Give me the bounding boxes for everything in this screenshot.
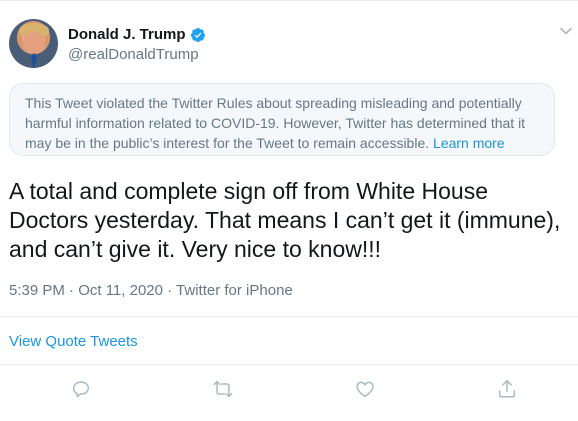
top-divider [0, 0, 578, 1]
learn-more-link[interactable]: Learn more [433, 135, 505, 151]
share-icon[interactable] [496, 378, 518, 400]
chevron-down-icon[interactable] [559, 24, 573, 38]
view-quote-tweets-link[interactable]: View Quote Tweets [9, 333, 138, 350]
policy-notice: This Tweet violated the Twitter Rules ab… [9, 83, 555, 156]
display-name[interactable]: Donald J. Trump [68, 26, 186, 43]
tweet-text: A total and complete sign off from White… [9, 178, 561, 262]
tweet-meta[interactable]: 5:39 PM · Oct 11, 2020 · Twitter for iPh… [9, 282, 293, 299]
avatar-tie [31, 53, 37, 68]
divider [0, 316, 578, 317]
author-handle[interactable]: @realDonaldTrump [68, 46, 199, 63]
like-icon[interactable] [354, 378, 376, 400]
author-name-row[interactable]: Donald J. Trump [68, 26, 206, 43]
tweet-card: Donald J. Trump @realDonaldTrump This Tw… [0, 0, 578, 421]
divider [0, 364, 578, 365]
verified-badge-icon [190, 27, 206, 43]
retweet-icon[interactable] [212, 378, 234, 400]
reply-icon[interactable] [70, 378, 92, 400]
avatar[interactable] [9, 19, 58, 68]
avatar-face [23, 32, 45, 54]
